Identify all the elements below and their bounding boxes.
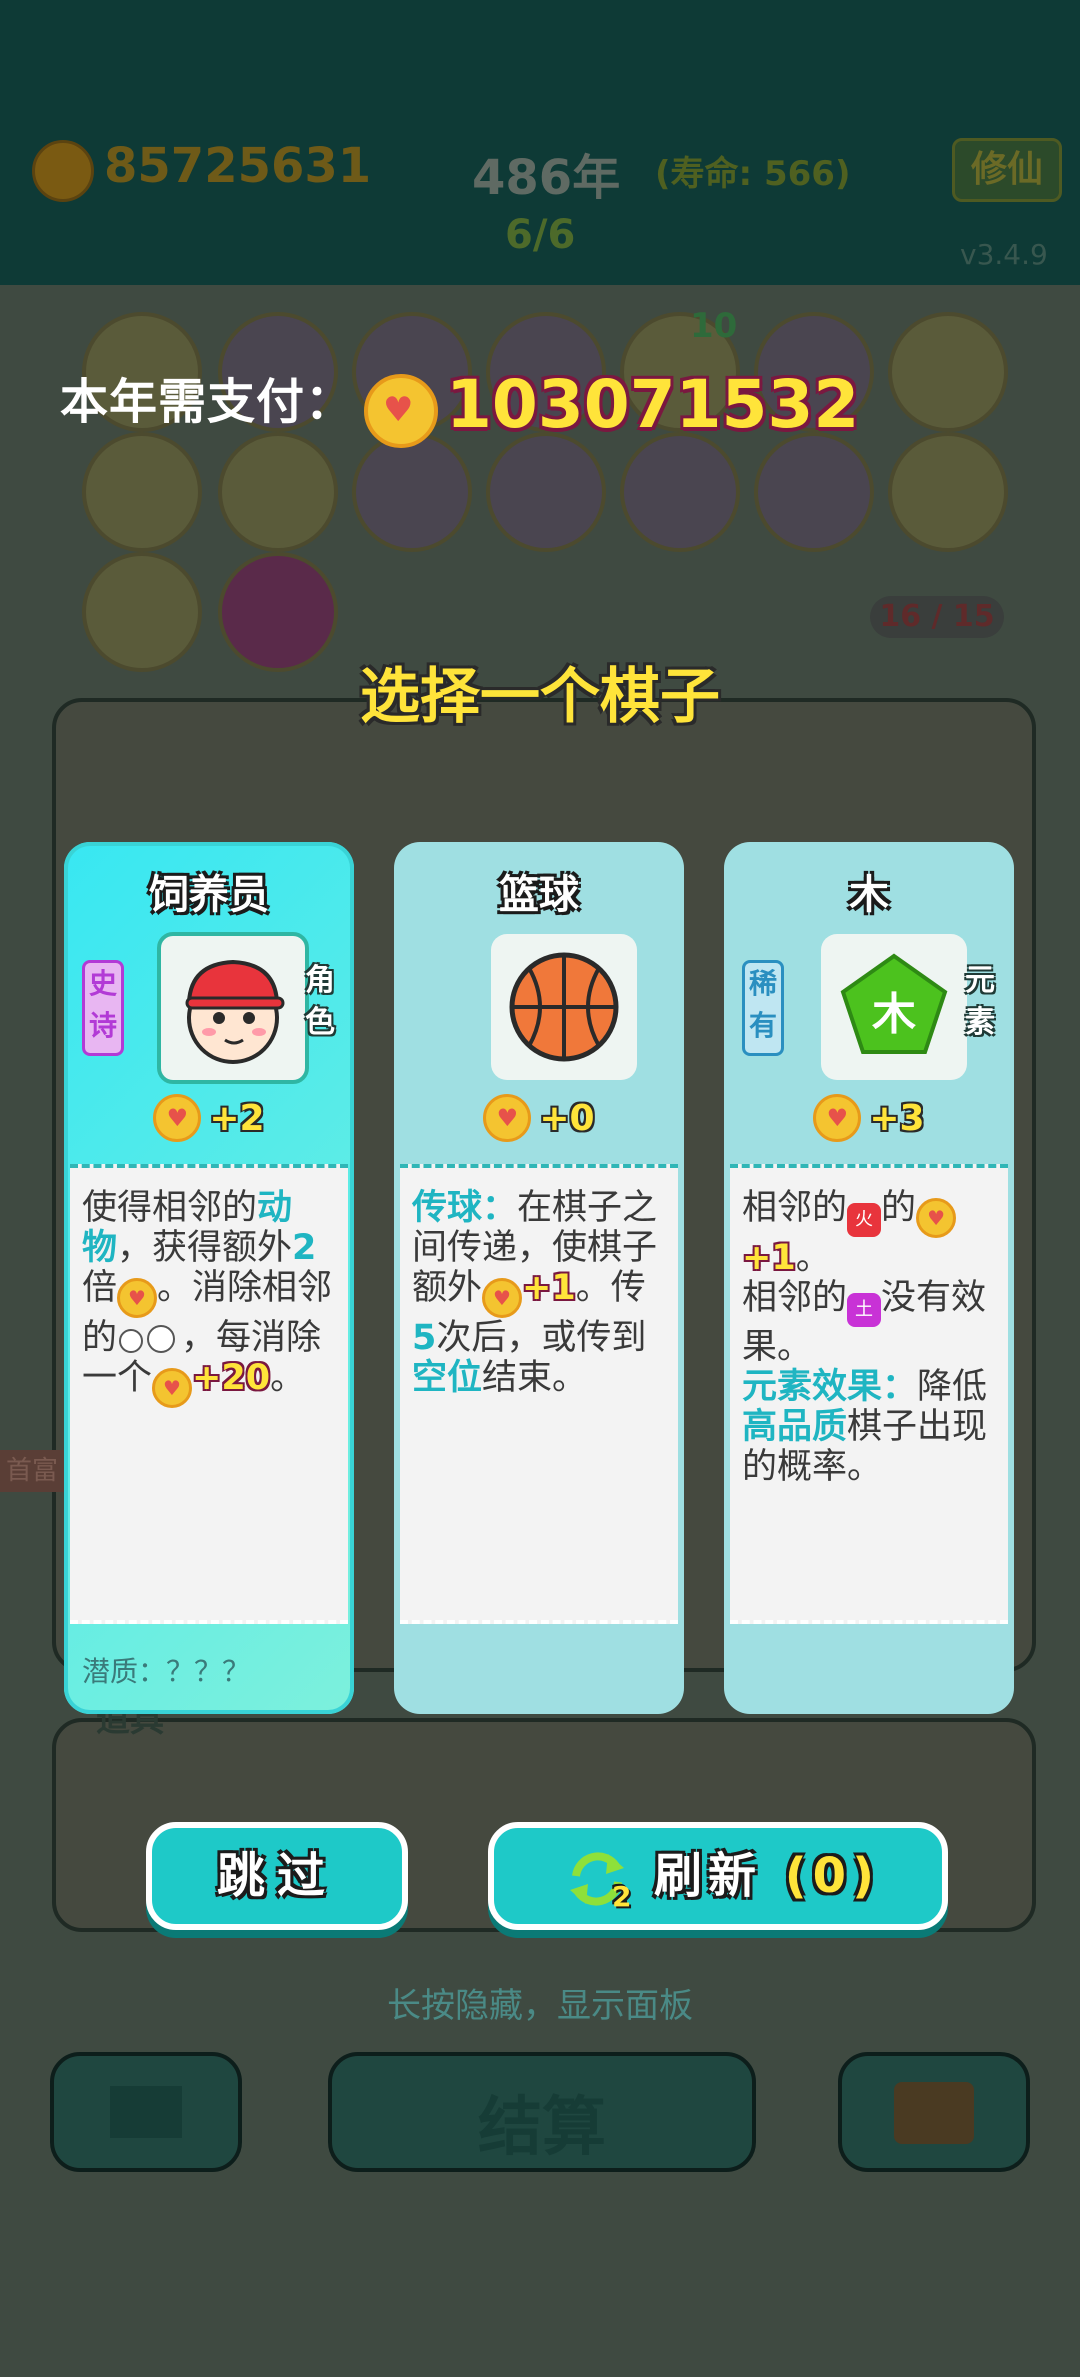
card-description: 使得相邻的动物，获得额外2倍 ♥ 。消除相邻的 ，每消除一个 ♥ +20。 bbox=[70, 1164, 348, 1624]
token-slot bbox=[352, 432, 472, 552]
basketball-icon bbox=[509, 952, 619, 1062]
refresh-button[interactable]: 2 刷新 (0) bbox=[488, 1822, 948, 1930]
version-label: v3.4.9 bbox=[960, 238, 1048, 271]
round-counter: 6/6 bbox=[505, 212, 576, 258]
type-tag: 角色 bbox=[305, 963, 335, 1040]
briefcase-icon bbox=[894, 2082, 974, 2144]
lifespan-label: (寿命: 566) bbox=[655, 154, 851, 194]
earth-element-icon: 土 bbox=[847, 1293, 882, 1327]
delete-icon bbox=[110, 2086, 182, 2138]
bag-button[interactable] bbox=[838, 2052, 1030, 2172]
payment-label: 本年需支付： bbox=[60, 374, 355, 430]
card-description: 传球：在棋子之间传递，使棋子额外 ♥ +1。传5次后，或传到空位结束。 bbox=[400, 1164, 678, 1624]
refresh-label: 刷新 (0) bbox=[654, 1848, 881, 1904]
card-title: 木 bbox=[849, 872, 889, 918]
coin-icon: ♥ bbox=[813, 1094, 862, 1142]
token-slot bbox=[218, 432, 338, 552]
year-counter: 486年 bbox=[472, 150, 621, 206]
zookeeper-portrait bbox=[157, 932, 309, 1084]
coin-icon: ♥ bbox=[117, 1278, 158, 1318]
potential-label: 潜质：？？？ bbox=[82, 1655, 251, 1688]
card-title: 篮球 bbox=[499, 872, 579, 918]
element-char: 木 bbox=[872, 989, 916, 1040]
choose-prompt: 选择一个棋子 bbox=[360, 662, 720, 732]
status-bar: 85725631 486年 (寿命: 566) 修仙 6/6 v3.4.9 bbox=[0, 0, 1080, 285]
token-slot bbox=[620, 432, 740, 552]
side-tab[interactable]: 首富 bbox=[0, 1450, 70, 1492]
coin-icon: ♥ bbox=[153, 1094, 202, 1142]
type-tag: 元素 bbox=[965, 963, 995, 1040]
coin-icon bbox=[32, 140, 94, 202]
piece-card-zookeeper[interactable]: 饲养员 史诗 角色 ♥ +2 使得相邻的动物，获得额外2倍 ♥ 。消除相邻的 ，每消除一… bbox=[64, 842, 354, 1714]
token-slot bbox=[82, 432, 202, 552]
token-slot bbox=[888, 312, 1008, 432]
bonus-value: ♥ +0 bbox=[394, 1094, 684, 1142]
coin-icon: ♥ bbox=[482, 1278, 523, 1318]
basketball-portrait bbox=[491, 934, 637, 1080]
coin-icon: ♥ bbox=[152, 1368, 193, 1408]
skip-label: 跳过 bbox=[216, 1848, 337, 1904]
rarity-tag: 稀有 bbox=[742, 960, 784, 1056]
bonus-value: ♥ +2 bbox=[64, 1094, 354, 1142]
piece-card-basketball[interactable]: 篮球 ♥ +0 传球：在棋子之间传递，使棋子额外 ♥ +1。传5次后，或传到空位结束。 bbox=[394, 842, 684, 1714]
refresh-badge: 2 bbox=[612, 1880, 632, 1913]
settle-button[interactable]: 结算 bbox=[328, 2052, 756, 2172]
cultivate-button[interactable]: 修仙 bbox=[952, 138, 1062, 202]
token-slot bbox=[888, 432, 1008, 552]
money-counter: 85725631 bbox=[104, 138, 372, 194]
coin-icon: ♥ bbox=[916, 1198, 957, 1238]
inventory-count: 16 / 15 bbox=[870, 596, 1004, 638]
card-description: 相邻的火的 ♥ +1。 相邻的土没有效果。 元素效果：降低高品质棋子出现的概率。 bbox=[730, 1164, 1008, 1624]
card-title: 饲养员 bbox=[149, 872, 269, 918]
bonus-value: ♥ +3 bbox=[724, 1094, 1014, 1142]
delete-button[interactable] bbox=[50, 2052, 242, 2172]
token-slot bbox=[754, 432, 874, 552]
coin-icon: ♥ bbox=[483, 1094, 532, 1142]
token-slot bbox=[486, 432, 606, 552]
hint-text: 长按隐藏，显示面板 bbox=[387, 1986, 693, 2026]
rarity-tag: 史诗 bbox=[82, 960, 124, 1056]
fire-element-icon: 火 bbox=[847, 1203, 882, 1237]
token-badge: 10 bbox=[690, 306, 738, 346]
settle-label: 结算 bbox=[478, 2091, 606, 2165]
animals-icon bbox=[117, 1321, 176, 1355]
payment-amount: 103071532 bbox=[446, 366, 860, 443]
coin-icon: ♥ bbox=[364, 374, 438, 448]
piece-card-wood[interactable]: 木 稀有 木 元素 ♥ +3 相邻的火的 ♥ +1。 相邻的土没有效果。 元素效果：降低高… bbox=[724, 842, 1014, 1714]
wood-element-portrait: 木 bbox=[821, 934, 967, 1080]
skip-button[interactable]: 跳过 bbox=[146, 1822, 408, 1930]
zookeeper-icon bbox=[185, 959, 285, 1064]
